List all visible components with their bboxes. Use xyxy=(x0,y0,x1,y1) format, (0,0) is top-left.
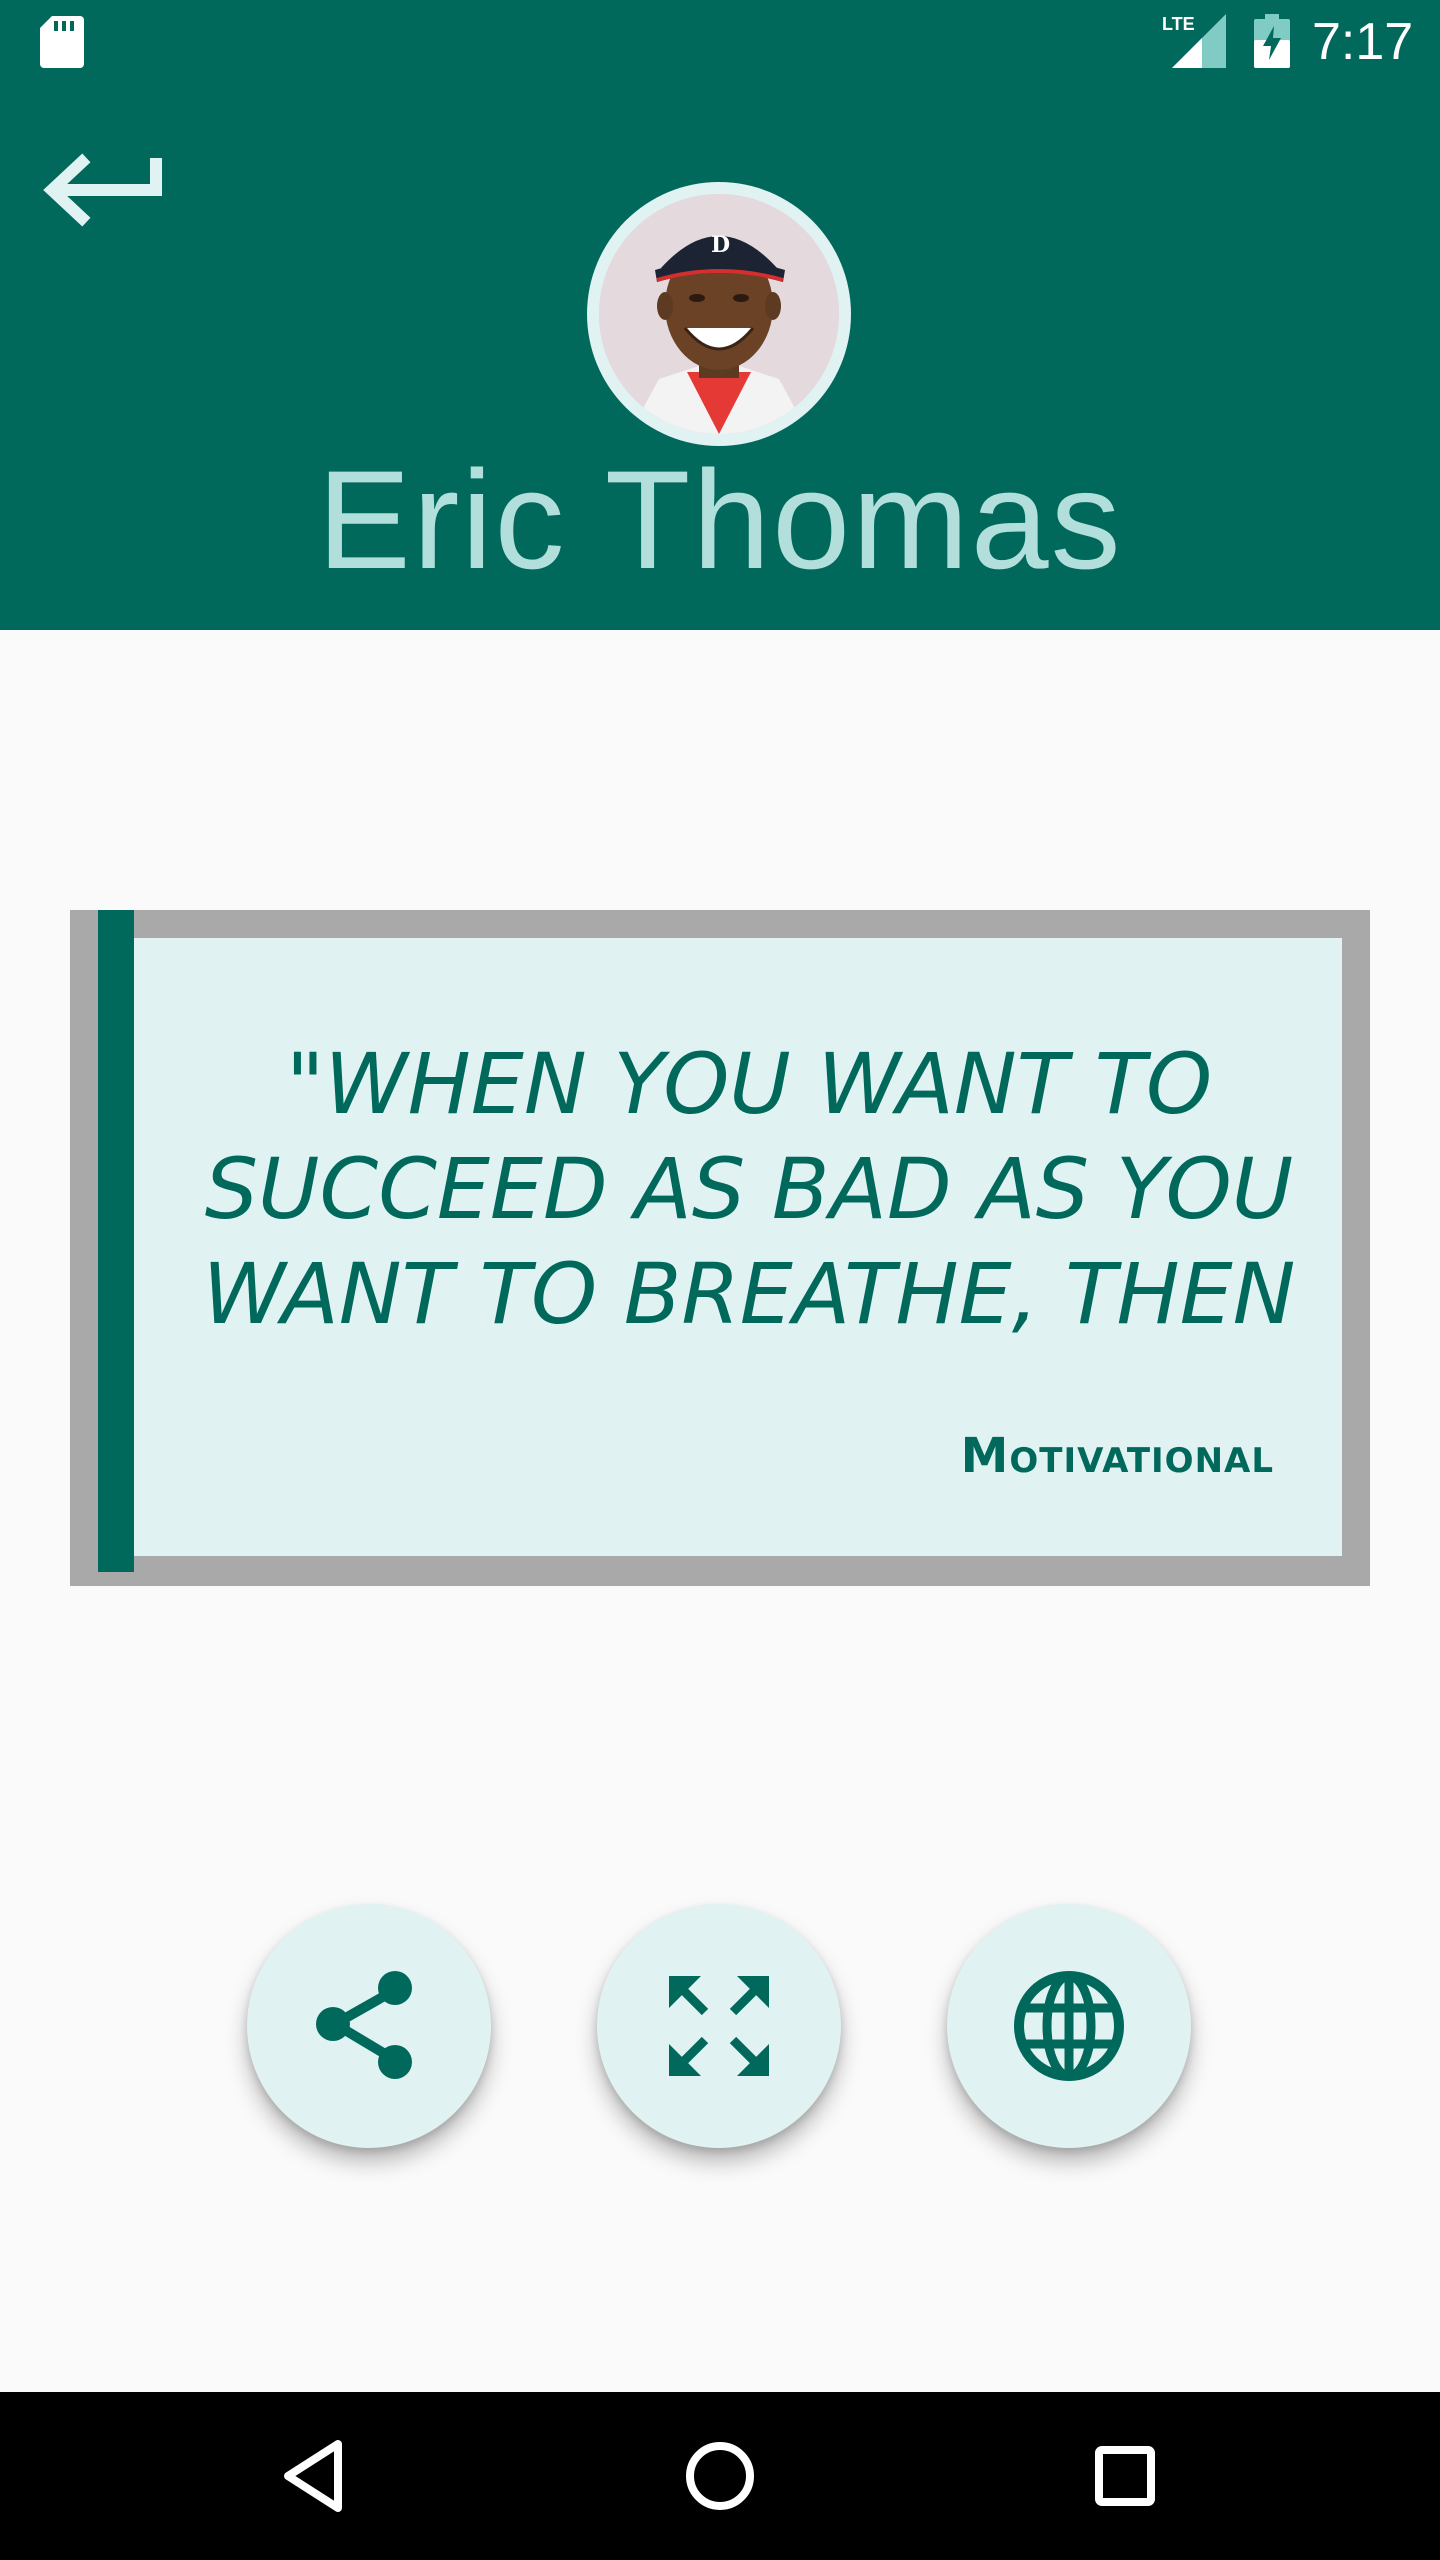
status-bar: LTE 7:17 xyxy=(0,0,1440,84)
person-name: Eric Thomas xyxy=(317,441,1123,598)
sd-card-icon xyxy=(40,16,84,68)
quote-text: "WHEN YOU WANT TO SUCCEED AS BAD AS YOU … xyxy=(202,1035,1296,1343)
author-portrait: D xyxy=(599,194,839,434)
nav-home-button[interactable] xyxy=(670,2426,770,2526)
quote-accent-bar xyxy=(98,910,134,1572)
battery-charging-icon xyxy=(1254,14,1290,68)
back-triangle-icon xyxy=(284,2440,342,2512)
share-icon xyxy=(316,1971,412,2079)
app-header: LTE 7:17 D Eric Thomas xyxy=(0,0,1440,630)
expand-icon xyxy=(669,1976,769,2076)
back-arrow-icon xyxy=(43,153,162,227)
nav-recents-button[interactable] xyxy=(1075,2426,1175,2526)
navigation-bar xyxy=(0,2392,1440,2560)
share-button[interactable] xyxy=(247,1904,491,2148)
quote-body: "WHEN YOU WANT TO SUCCEED AS BAD AS YOU … xyxy=(134,938,1342,1556)
svg-text:D: D xyxy=(711,232,730,258)
lte-signal-icon: LTE xyxy=(1162,14,1226,68)
globe-icon xyxy=(1014,1971,1124,2081)
web-button[interactable] xyxy=(947,1904,1191,2148)
quote-category: Motivational xyxy=(960,1428,1274,1484)
fullscreen-button[interactable] xyxy=(597,1904,841,2148)
quote-card[interactable]: "WHEN YOU WANT TO SUCCEED AS BAD AS YOU … xyxy=(70,910,1370,1586)
status-clock: 7:17 xyxy=(1312,13,1414,71)
recents-square-icon xyxy=(1095,2446,1155,2506)
back-button[interactable] xyxy=(38,140,168,240)
nav-back-button[interactable] xyxy=(266,2426,366,2526)
home-circle-icon xyxy=(686,2442,754,2510)
lte-label: LTE xyxy=(1162,14,1195,34)
avatar: D xyxy=(587,182,851,446)
